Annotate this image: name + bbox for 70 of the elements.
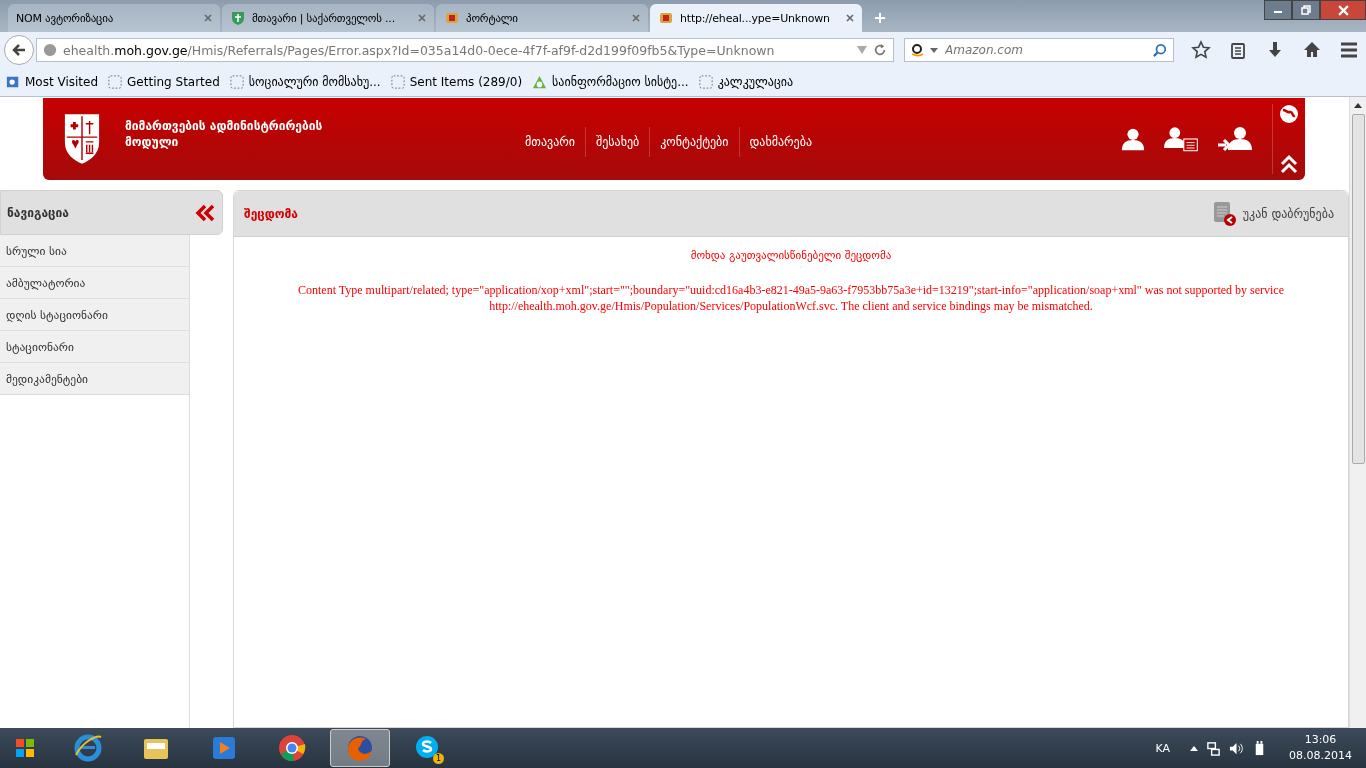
- page-icon: [229, 75, 244, 89]
- crest-icon: [658, 10, 674, 26]
- windows-logo-icon: [15, 738, 35, 758]
- browser-tab[interactable]: NOM ავტორიზაცია: [8, 4, 220, 32]
- app-icon: [6, 75, 20, 89]
- sidebar-item[interactable]: სრული სია: [0, 235, 189, 267]
- show-hidden-icon[interactable]: [1190, 745, 1198, 751]
- shield-icon: [230, 10, 246, 26]
- chrome-icon: [277, 733, 307, 763]
- bookmark-item[interactable]: Most Visited: [6, 75, 99, 89]
- menu-icon[interactable]: [1339, 40, 1359, 60]
- reading-list-icon[interactable]: [1228, 40, 1248, 60]
- address-bar[interactable]: ehealth.moh.gov.ge/Hmis/Referrals/Pages/Error.aspx?Id=035a14d0-0ece-4f7f-af9f-d2d199f09fb5&Type=Unknown: [36, 38, 894, 62]
- bookmark-item[interactable]: საინფორმაციო სისტე...: [532, 74, 689, 90]
- nav-link[interactable]: შესახებ: [585, 127, 650, 157]
- sidebar-item[interactable]: დღის სტაციონარი: [0, 299, 189, 331]
- search-icon[interactable]: [1153, 43, 1167, 57]
- sidebar-item[interactable]: მედიკამენტები: [0, 363, 189, 395]
- collapse-left-icon[interactable]: [194, 203, 216, 222]
- sidebar-title: ნავიგაცია: [7, 205, 69, 220]
- nav-link[interactable]: დახმარება: [738, 127, 823, 157]
- panel-title: შეცდომა: [244, 206, 298, 221]
- clock-time: 13:06: [1304, 732, 1337, 748]
- back-link[interactable]: უკან დაბრუნება: [1212, 200, 1334, 227]
- leaf-icon: [532, 74, 548, 90]
- volume-icon[interactable]: [1229, 740, 1244, 756]
- scroll-thumb[interactable]: [1351, 114, 1365, 464]
- close-icon[interactable]: [1320, 0, 1366, 20]
- home-icon[interactable]: [1302, 40, 1322, 60]
- back-button[interactable]: [4, 35, 34, 65]
- crest-icon: [444, 10, 460, 26]
- browser-tab[interactable]: http://eheal...ype=Unknown: [650, 4, 862, 32]
- bookmark-item[interactable]: სოციალური მომსახუ...: [229, 75, 381, 89]
- globe-icon: [43, 43, 57, 57]
- bookmark-item[interactable]: Getting Started: [108, 75, 220, 89]
- browser-tab[interactable]: მთავარი | საქართველოს ...: [222, 4, 434, 32]
- firefox-icon: [345, 733, 375, 763]
- login-icon[interactable]: [1218, 126, 1254, 152]
- user-icon[interactable]: [1120, 127, 1146, 151]
- sidebar-item[interactable]: ამბულატორია: [0, 267, 189, 299]
- taskbar-button[interactable]: 1: [398, 729, 458, 767]
- language-indicator[interactable]: KA: [1155, 741, 1170, 755]
- document-back-icon: [1212, 200, 1237, 227]
- minimize-icon[interactable]: [1264, 0, 1292, 20]
- page-icon: [390, 75, 405, 89]
- browser-tab[interactable]: პორტალი: [436, 4, 648, 32]
- close-icon[interactable]: [846, 14, 854, 22]
- error-message: Content Type multipart/related; type="application/xop+xml";start="";boundary="uuid:cd16a4b3-e821-49a5-9a63-f7953bb75a3e+id=13219";start-info="application/soap+xml" was not supported by service http://ehealth.moh.gov.ge/Hmis/Population/Services/PopulationWcf.svc. The client and service bindings may be mismatched.: [296, 282, 1286, 314]
- network-icon[interactable]: [1206, 740, 1221, 756]
- dropdown-icon[interactable]: [930, 47, 938, 53]
- sidebar-item[interactable]: სტაციონარი: [0, 331, 189, 363]
- notification-badge: 1: [433, 753, 444, 764]
- site-title: მიმართვების ადმინისტრირების მოდული: [125, 118, 324, 150]
- back-arrow-icon: [11, 42, 27, 58]
- page-icon: [108, 75, 123, 89]
- error-heading: მოხდა გაუთვალისწინებელი შეცდომა: [689, 249, 893, 262]
- restore-icon[interactable]: [1292, 0, 1320, 20]
- bookmark-item[interactable]: Sent Items (289/0): [390, 75, 523, 89]
- clock-date: 08.08.2014: [1289, 748, 1352, 764]
- nav-link[interactable]: მთავარი: [515, 127, 585, 157]
- nav-link[interactable]: კონტაქტები: [649, 127, 739, 157]
- bookmark-item[interactable]: კალკულაცია: [698, 75, 794, 89]
- star-icon[interactable]: [1191, 40, 1211, 60]
- page-icon: [698, 75, 713, 89]
- search-box[interactable]: Amazon.com: [904, 38, 1174, 62]
- browser-e-icon: [73, 733, 103, 763]
- reload-icon[interactable]: [873, 43, 887, 57]
- user-list-icon[interactable]: [1164, 126, 1200, 152]
- globe-icon[interactable]: [1279, 104, 1299, 124]
- collapse-up-icon[interactable]: [1280, 154, 1298, 174]
